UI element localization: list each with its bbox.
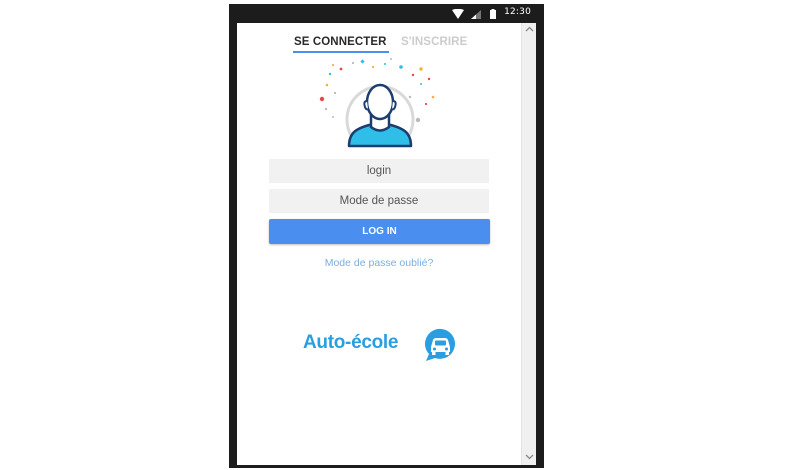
wifi-icon <box>452 9 464 19</box>
tab-login[interactable]: SE CONNECTER <box>294 36 387 48</box>
user-avatar-icon <box>319 58 435 148</box>
status-bar: 12:30 <box>229 4 544 24</box>
auto-ecole-logo: Auto-école <box>303 327 463 363</box>
logo-text: Auto-école <box>303 332 399 353</box>
app-screen: SE CONNECTER S'INSCRIRE login LOG IN Mod… <box>237 23 536 465</box>
chevron-down-icon[interactable] <box>525 454 534 460</box>
signal-icon <box>471 10 481 19</box>
battery-icon <box>490 9 496 19</box>
login-button[interactable]: LOG IN <box>269 219 490 244</box>
car-bubble-icon <box>424 328 455 361</box>
password-input[interactable] <box>269 189 489 213</box>
auth-tabs: SE CONNECTER S'INSCRIRE <box>237 33 521 53</box>
forgot-password-link[interactable]: Mode de passe oublié? <box>237 257 521 269</box>
phone-frame: 12:30 SE CONNECTER S'INSCRIRE login LOG … <box>229 4 544 468</box>
tab-signup[interactable]: S'INSCRIRE <box>401 36 467 48</box>
scrollbar[interactable] <box>521 23 536 465</box>
status-time: 12:30 <box>504 7 531 17</box>
login-input[interactable] <box>269 159 489 183</box>
active-tab-indicator <box>293 51 389 53</box>
chevron-up-icon[interactable] <box>525 26 534 32</box>
